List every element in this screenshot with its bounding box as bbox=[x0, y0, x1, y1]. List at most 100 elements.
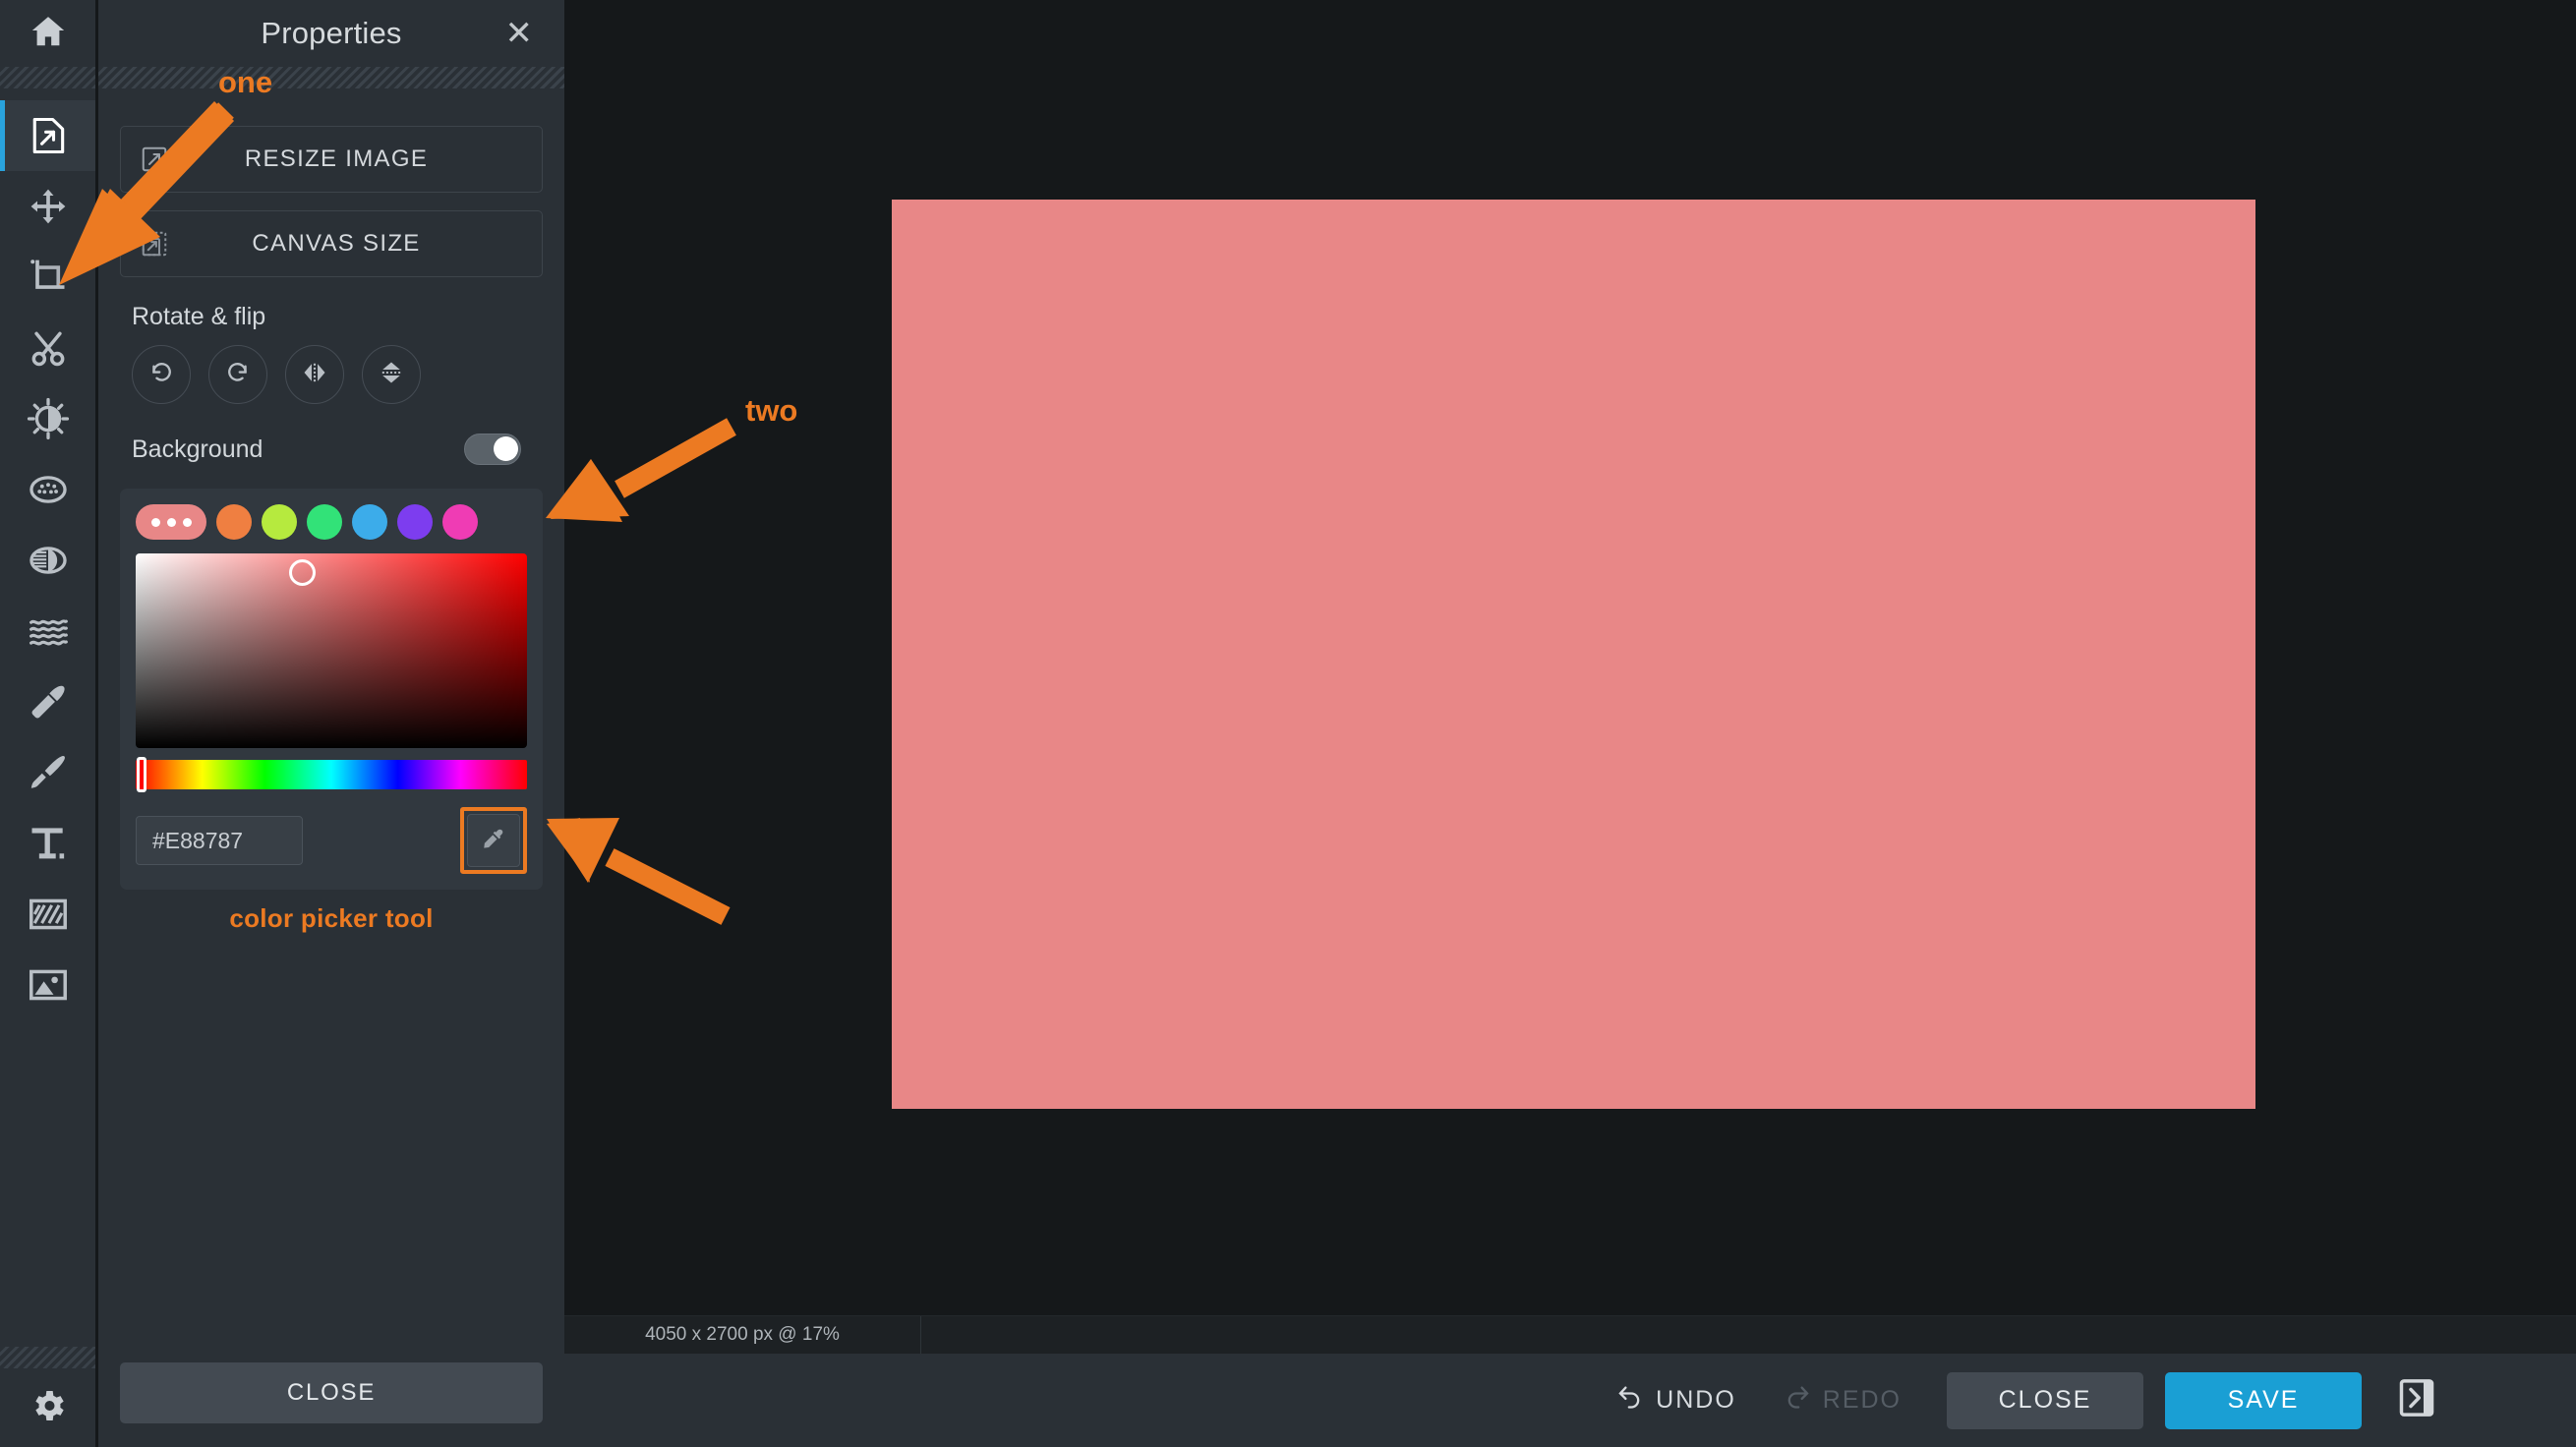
panel-hatch-divider bbox=[98, 67, 564, 88]
panel-body: RESIZE IMAGE CANVAS SIZE Rotate & flip B… bbox=[98, 88, 564, 1362]
hatch-square-icon bbox=[27, 893, 70, 936]
redo-arrow-icon bbox=[1784, 1383, 1811, 1418]
picture-icon bbox=[27, 963, 70, 1007]
settings-button[interactable] bbox=[0, 1368, 95, 1447]
resize-image-icon bbox=[121, 145, 188, 174]
saturation-value-handle[interactable] bbox=[289, 559, 316, 586]
swatch-green[interactable] bbox=[307, 504, 342, 540]
rotate-flip-title: Rotate & flip bbox=[132, 303, 266, 330]
swatch-dot bbox=[182, 517, 192, 527]
rail-hatch-divider bbox=[0, 67, 95, 88]
sidebar-item-brightness-tool[interactable] bbox=[0, 383, 95, 454]
hex-color-input[interactable] bbox=[136, 816, 303, 865]
rotate-flip-buttons bbox=[120, 345, 543, 404]
background-label: Background bbox=[132, 434, 263, 463]
sidebar-item-crop-tool[interactable] bbox=[0, 242, 95, 313]
swatch-purple[interactable] bbox=[397, 504, 433, 540]
color-picker-card bbox=[120, 489, 543, 890]
sidebar-item-contrast-tool[interactable] bbox=[0, 525, 95, 596]
paint-brush-icon bbox=[27, 751, 70, 794]
flip-vertical-icon bbox=[378, 359, 405, 391]
canvas-size-button[interactable]: CANVAS SIZE bbox=[120, 210, 543, 277]
contrast-half-icon bbox=[27, 539, 70, 582]
hue-slider[interactable] bbox=[136, 757, 527, 792]
rotate-cw-icon bbox=[224, 359, 252, 391]
rotate-right-button[interactable] bbox=[208, 345, 267, 404]
swatch-list bbox=[136, 504, 527, 540]
swatch-dot bbox=[166, 517, 176, 527]
properties-panel: Properties ✕ RESIZE IMAGE CANVAS SIZE Ro… bbox=[98, 0, 564, 1447]
waves-blur-icon bbox=[27, 609, 70, 653]
hue-slider-handle[interactable] bbox=[137, 757, 146, 792]
document-resize-icon bbox=[27, 114, 70, 157]
hex-row bbox=[136, 807, 527, 874]
swatch-blue[interactable] bbox=[352, 504, 387, 540]
image-canvas[interactable] bbox=[892, 200, 2255, 1109]
background-row: Background bbox=[120, 434, 543, 465]
panel-expand-icon bbox=[2398, 1377, 2435, 1423]
move-arrows-icon bbox=[27, 185, 70, 228]
flip-horizontal-button[interactable] bbox=[285, 345, 344, 404]
close-button[interactable]: CLOSE bbox=[1947, 1371, 2143, 1429]
redo-button[interactable]: REDO bbox=[1760, 1383, 1925, 1418]
sidebar-item-cut-tool[interactable] bbox=[0, 313, 95, 383]
page-title: Properties bbox=[261, 16, 402, 50]
panel-footer: CLOSE bbox=[98, 1362, 564, 1447]
action-bar: UNDO REDO CLOSE SAVE bbox=[564, 1354, 2576, 1447]
sidebar-item-paint-tool[interactable] bbox=[0, 737, 95, 808]
sidebar-item-noise-tool[interactable] bbox=[0, 454, 95, 525]
redo-label: REDO bbox=[1822, 1386, 1902, 1414]
swatch-orange[interactable] bbox=[216, 504, 252, 540]
swatch-pink[interactable] bbox=[442, 504, 478, 540]
undo-label: UNDO bbox=[1656, 1386, 1736, 1414]
eyedropper-icon bbox=[481, 826, 506, 856]
home-button[interactable] bbox=[0, 0, 95, 67]
undo-arrow-icon bbox=[1616, 1383, 1644, 1418]
resize-image-button[interactable]: RESIZE IMAGE bbox=[120, 126, 543, 193]
swatch-dot bbox=[150, 517, 160, 527]
crop-icon bbox=[27, 256, 70, 299]
swatch-lime[interactable] bbox=[262, 504, 297, 540]
tool-rail bbox=[0, 0, 98, 1447]
color-picker-highlight bbox=[460, 807, 527, 874]
background-toggle[interactable] bbox=[464, 434, 521, 465]
save-button[interactable]: SAVE bbox=[2165, 1371, 2362, 1429]
eyedropper-button[interactable] bbox=[467, 814, 520, 867]
undo-button[interactable]: UNDO bbox=[1593, 1383, 1760, 1418]
noise-dots-icon bbox=[27, 468, 70, 511]
sidebar-item-pattern-tool[interactable] bbox=[0, 879, 95, 950]
color-picker-tool-caption: color picker tool bbox=[229, 903, 434, 933]
flip-vertical-button[interactable] bbox=[362, 345, 421, 404]
flip-horizontal-icon bbox=[301, 359, 328, 391]
rail-bottom bbox=[0, 1347, 95, 1447]
sidebar-item-resize-tool[interactable] bbox=[0, 100, 95, 171]
rotate-ccw-icon bbox=[147, 359, 175, 391]
status-bar-filler bbox=[921, 1316, 2576, 1354]
close-icon[interactable]: ✕ bbox=[505, 17, 534, 50]
panel-header: Properties ✕ bbox=[98, 0, 564, 67]
rotate-left-button[interactable] bbox=[132, 345, 191, 404]
panel-close-button[interactable]: CLOSE bbox=[120, 1362, 543, 1423]
canvas-area[interactable] bbox=[564, 0, 2576, 1315]
current-color-swatch[interactable] bbox=[136, 504, 206, 540]
tool-list bbox=[0, 88, 95, 1347]
toggle-knob bbox=[494, 436, 518, 461]
resize-image-label: RESIZE IMAGE bbox=[244, 145, 429, 172]
rail-hatch-divider-bottom bbox=[0, 1347, 95, 1368]
brightness-sun-icon bbox=[27, 397, 70, 440]
canvas-dimensions-status: 4050 x 2700 px @ 17% bbox=[564, 1316, 921, 1354]
scissors-icon bbox=[27, 326, 70, 370]
home-icon bbox=[29, 13, 67, 55]
text-t-icon bbox=[27, 822, 70, 865]
canvas-size-icon bbox=[121, 229, 188, 259]
sidebar-item-image-tool[interactable] bbox=[0, 950, 95, 1020]
saturation-value-field[interactable] bbox=[136, 553, 527, 748]
sidebar-item-text-tool[interactable] bbox=[0, 808, 95, 879]
gear-icon bbox=[29, 1386, 68, 1430]
panel-expand-button[interactable] bbox=[2395, 1377, 2438, 1424]
sidebar-item-move-tool[interactable] bbox=[0, 171, 95, 242]
status-bar: 4050 x 2700 px @ 17% bbox=[564, 1315, 2576, 1354]
sidebar-item-blur-tool[interactable] bbox=[0, 596, 95, 666]
sidebar-item-retouch-tool[interactable] bbox=[0, 666, 95, 737]
main-area: 4050 x 2700 px @ 17% UNDO REDO CLOSE SAV… bbox=[564, 0, 2576, 1447]
